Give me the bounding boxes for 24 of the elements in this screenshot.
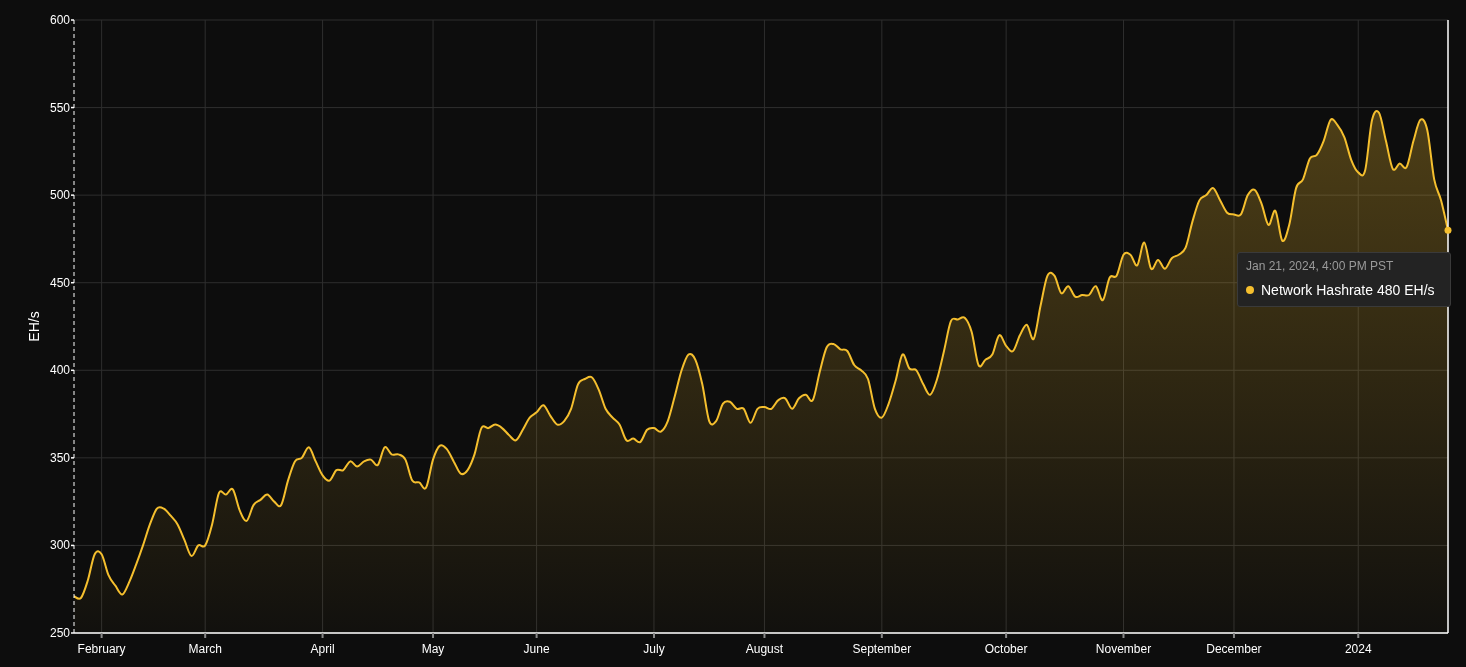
axis-label: October (984, 642, 1028, 656)
axis-label: 2024 (1344, 642, 1372, 656)
axis-label: 350 (49, 450, 70, 465)
axis-label: August (745, 642, 784, 656)
axis-title: EH/s (26, 311, 42, 342)
axis-label: June (523, 642, 550, 656)
axis-label: 250 (49, 626, 70, 640)
axis-label: 600 (49, 13, 70, 27)
axis-label: February (77, 642, 126, 656)
tooltip-time: Jan 21, 2024, 4:00 PM PST (1246, 259, 1395, 273)
axis-label: September (852, 642, 912, 656)
tooltip-value: Network Hashrate 480 EH/s (1261, 282, 1435, 298)
axis-label: December (1206, 642, 1262, 656)
axis-label: November (1095, 642, 1152, 656)
axis-label: 450 (49, 275, 70, 290)
axis-label: 300 (49, 538, 70, 553)
axis-label: April (310, 642, 335, 656)
axis-label: 500 (49, 188, 70, 203)
axis-label: 550 (49, 100, 70, 115)
axis-label: 400 (49, 363, 70, 378)
data-point-marker (1444, 226, 1452, 234)
axis-label: March (188, 642, 222, 656)
axis-label: May (421, 642, 445, 656)
axis-label: July (643, 642, 665, 656)
